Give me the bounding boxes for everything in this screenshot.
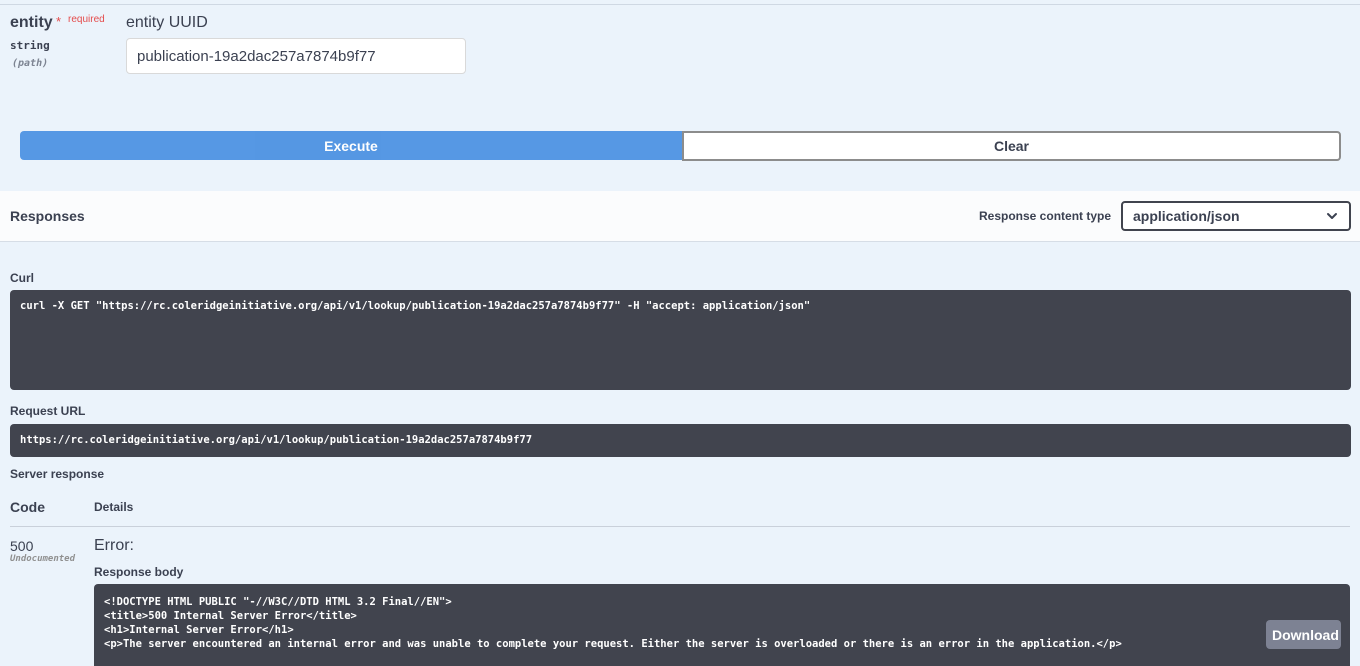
response-body: <!DOCTYPE HTML PUBLIC "-//W3C//DTD HTML … — [94, 584, 1350, 666]
details-column-header: Details — [94, 500, 134, 514]
parameter-name: entity — [10, 14, 53, 31]
response-body-label: Response body — [94, 565, 184, 579]
chevron-down-icon — [1327, 213, 1337, 219]
response-body-line: <p>The server encountered an internal er… — [104, 638, 1122, 650]
required-star: * — [56, 14, 62, 29]
divider — [0, 4, 1360, 5]
responses-header: Responses Response content type applicat… — [0, 191, 1360, 242]
responses-title: Responses — [10, 208, 85, 224]
required-label: required — [68, 14, 105, 25]
response-code: 500 — [10, 538, 34, 554]
execute-button[interactable]: Execute — [20, 131, 682, 160]
code-column-header: Code — [10, 499, 45, 515]
download-button[interactable]: Download — [1266, 620, 1341, 649]
parameter-location: (path) — [12, 58, 49, 69]
parameter-type: string — [10, 39, 50, 52]
content-type-value: application/json — [1133, 208, 1240, 224]
response-code-note: Undocumented — [10, 554, 76, 564]
divider — [10, 526, 1350, 527]
response-body-line: <title>500 Internal Server Error</title> — [104, 610, 357, 622]
request-url-label: Request URL — [10, 404, 86, 418]
curl-label: Curl — [10, 271, 34, 285]
server-response-label: Server response — [10, 467, 105, 481]
curl-command: curl -X GET "https://rc.coleridgeinitiat… — [10, 290, 1351, 390]
content-type-select[interactable]: application/json — [1121, 201, 1351, 231]
content-type-label: Response content type — [979, 209, 1112, 223]
response-body-line: <!DOCTYPE HTML PUBLIC "-//W3C//DTD HTML … — [104, 596, 452, 608]
response-body-line: <h1>Internal Server Error</h1> — [104, 624, 294, 636]
clear-button[interactable]: Clear — [682, 131, 1341, 161]
request-url-value: https://rc.coleridgeinitiative.org/api/v… — [10, 424, 1351, 457]
entity-input[interactable] — [126, 38, 466, 74]
parameter-description: entity UUID — [126, 14, 208, 31]
error-title: Error: — [94, 537, 134, 554]
